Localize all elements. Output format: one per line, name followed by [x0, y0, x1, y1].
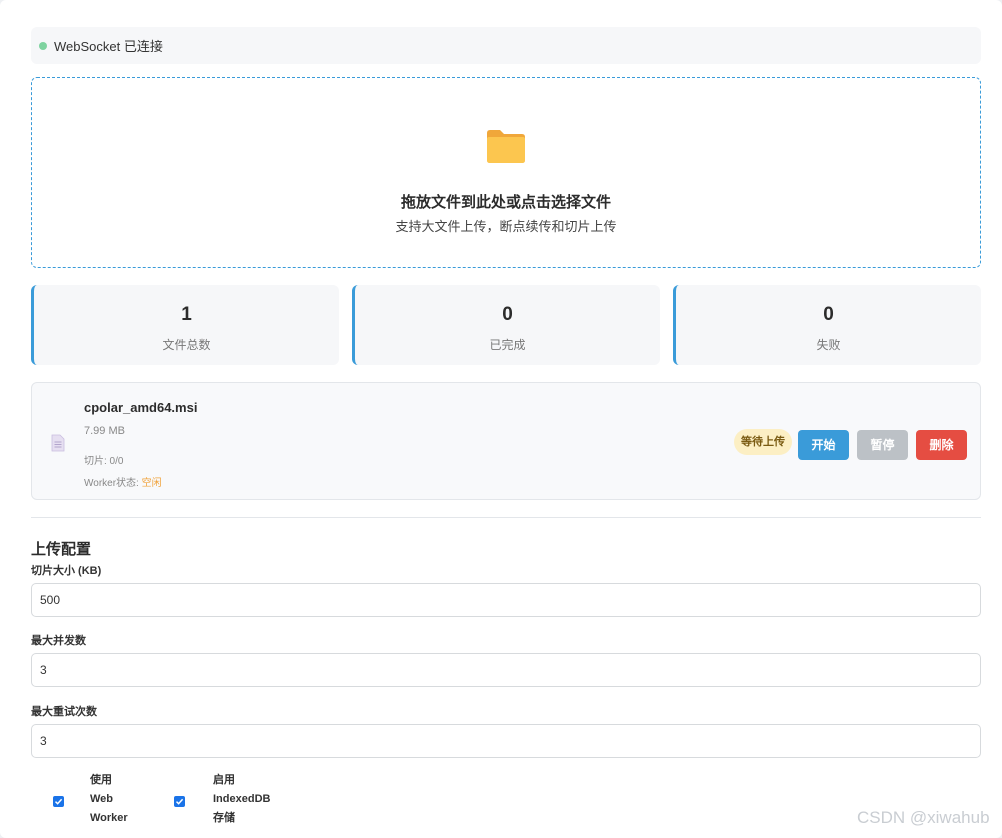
use-indexeddb-checkbox[interactable]	[174, 796, 185, 807]
dropzone-title: 拖放文件到此处或点击选择文件	[400, 194, 611, 211]
pause-button[interactable]: 暂停	[857, 430, 908, 460]
file-list-item: cpolar_amd64.msi 7.99 MB 切片: 0/0 Worker状…	[31, 382, 981, 500]
use-web-worker-label: 使用 Web Worker	[90, 774, 128, 824]
stat-value: 0	[502, 304, 513, 325]
file-name: cpolar_amd64.msi	[84, 400, 198, 415]
start-button[interactable]: 开始	[798, 430, 849, 460]
stat-value: 0	[823, 304, 834, 325]
checkmark-icon	[54, 798, 63, 805]
stat-label: 文件总数	[162, 338, 211, 352]
delete-button[interactable]: 删除	[916, 430, 967, 460]
max-concurrent-input[interactable]	[31, 653, 981, 687]
config-section-title: 上传配置	[31, 541, 92, 558]
checkmark-icon	[175, 798, 184, 805]
file-dropzone[interactable]: 拖放文件到此处或点击选择文件 支持大文件上传，断点续传和切片上传	[31, 77, 981, 268]
use-web-worker-checkbox[interactable]	[53, 796, 64, 807]
watermark: CSDN @xiwahub	[857, 808, 990, 827]
max-retry-input[interactable]	[31, 724, 981, 758]
stat-failed: 0 失败	[673, 285, 981, 365]
stat-value: 1	[181, 304, 192, 325]
connection-status-bar: WebSocket 已连接	[31, 27, 981, 64]
status-badge: 等待上传	[734, 429, 792, 455]
chunk-size-input[interactable]	[31, 583, 981, 617]
use-indexeddb-label: 启用 IndexedDB 存储	[213, 774, 271, 824]
stat-completed: 0 已完成	[352, 285, 660, 365]
max-concurrent-label: 最大并发数	[31, 635, 86, 647]
status-dot-icon	[39, 41, 47, 50]
worker-status-value: 空闲	[141, 478, 162, 489]
section-divider	[31, 517, 981, 518]
chunk-size-label: 切片大小 (KB)	[31, 565, 102, 577]
connection-status-text: WebSocket 已连接	[54, 39, 163, 54]
folder-icon	[487, 130, 525, 163]
file-size: 7.99 MB	[84, 425, 125, 437]
worker-status: Worker状态: 空闲	[84, 474, 162, 489]
upload-card: WebSocket 已连接 拖放文件到此处或点击选择文件 支持大文件上传，断点续…	[0, 0, 1002, 838]
worker-status-label: Worker状态:	[84, 478, 142, 489]
stat-label: 已完成	[489, 338, 526, 352]
dropzone-subtitle: 支持大文件上传，断点续传和切片上传	[395, 219, 617, 234]
stat-total-files: 1 文件总数	[31, 285, 339, 365]
stat-label: 失败	[816, 338, 841, 352]
file-chunk-progress: 切片: 0/0	[84, 456, 124, 467]
document-icon	[51, 434, 65, 452]
max-retry-label: 最大重试次数	[31, 706, 97, 718]
